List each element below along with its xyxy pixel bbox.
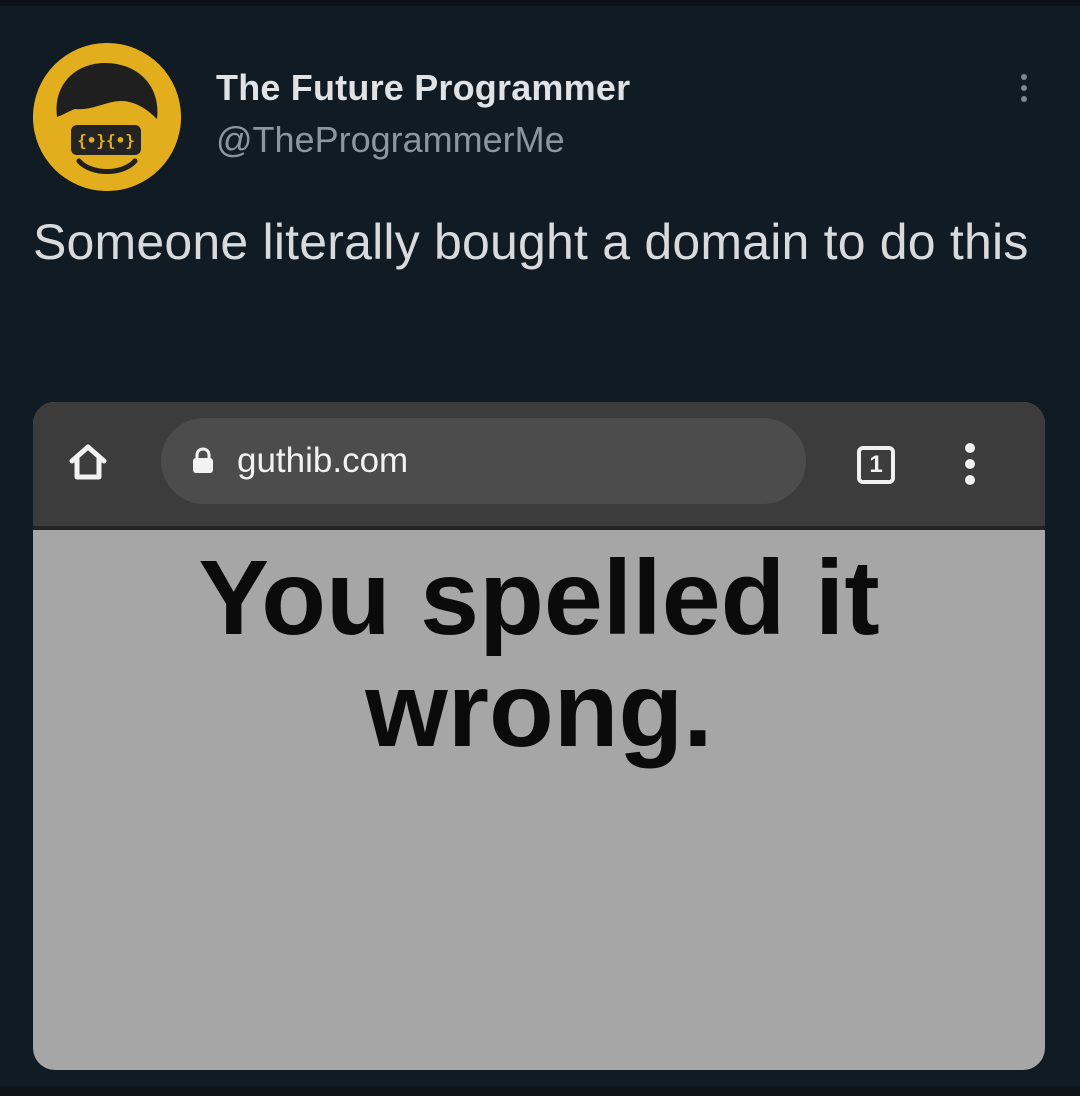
home-icon[interactable] — [66, 440, 110, 484]
browser-menu-button[interactable] — [958, 440, 982, 488]
author-handle[interactable]: @TheProgrammerMe — [216, 118, 630, 162]
programmer-face-icon: {•}{•} — [33, 43, 181, 191]
tweet-text: Someone literally bought a domain to do … — [33, 214, 1029, 270]
url-input[interactable]: guthib.com — [161, 418, 806, 504]
author-info[interactable]: The Future Programmer @TheProgrammerMe — [216, 66, 630, 162]
tab-switcher-button[interactable]: 1 — [853, 442, 897, 486]
tab-count: 1 — [857, 446, 895, 484]
tweet-more-menu-button[interactable] — [1008, 68, 1040, 108]
lock-icon — [193, 447, 213, 473]
browser-address-bar: guthib.com 1 — [33, 402, 1045, 530]
page-message: You spelled it wrong. — [198, 539, 880, 769]
tweet-media[interactable]: guthib.com 1 You spelled it wrong. — [33, 402, 1045, 1070]
tweet-card[interactable]: {•}{•} The Future Programmer @TheProgram… — [0, 0, 1080, 1096]
svg-text:{•}{•}: {•}{•} — [77, 131, 135, 150]
url-text: guthib.com — [237, 441, 409, 480]
bottom-edge — [0, 1086, 1080, 1096]
author-avatar[interactable]: {•}{•} — [33, 43, 181, 191]
author-name[interactable]: The Future Programmer — [216, 66, 630, 110]
